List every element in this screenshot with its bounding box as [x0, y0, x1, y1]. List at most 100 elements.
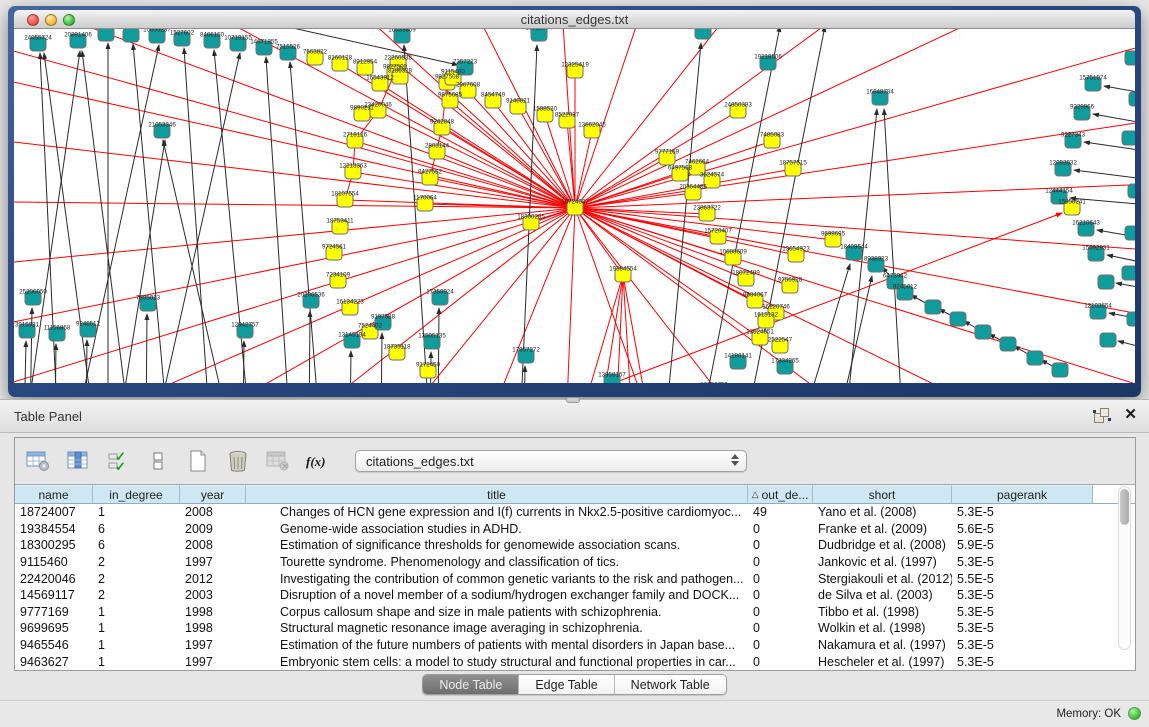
graph-node-label: 9197588: [371, 314, 396, 321]
graph-node[interactable]: [1122, 131, 1135, 145]
graph-edge[interactable]: [524, 366, 525, 383]
table-row[interactable]: 946362711997Embryonic stem cells: a mode…: [15, 653, 1135, 670]
graph-node[interactable]: [1027, 351, 1043, 365]
graph-node[interactable]: [1128, 184, 1135, 198]
graph-edge[interactable]: [381, 333, 382, 383]
graph-edge[interactable]: [560, 208, 575, 383]
table-row[interactable]: 977716911998Corpus callosum shape and si…: [15, 604, 1135, 621]
tab-node-table[interactable]: Node Table: [423, 675, 519, 694]
graph-edge[interactable]: [350, 351, 351, 383]
table-row[interactable]: 1830029562008Estimation of significance …: [15, 537, 1135, 554]
network-graph[interactable]: 1872400718300295193845547663822816012889…: [14, 29, 1135, 383]
graph-edge[interactable]: [623, 275, 650, 383]
graph-node[interactable]: [975, 325, 991, 339]
column-header-in_degree[interactable]: in_degree: [93, 485, 180, 503]
delete-table-disabled-icon[interactable]: ✕: [263, 446, 293, 476]
tab-network-table[interactable]: Network Table: [615, 675, 726, 694]
graph-edge[interactable]: [150, 29, 458, 65]
graph-edge[interactable]: [575, 131, 592, 208]
graph-node[interactable]: [695, 29, 711, 39]
graph-node[interactable]: [1127, 312, 1135, 326]
graph-edge[interactable]: [14, 61, 575, 208]
graph-node[interactable]: [950, 312, 966, 326]
graph-node[interactable]: [123, 29, 139, 42]
column-header-title[interactable]: title: [246, 485, 748, 503]
graph-edge[interactable]: [133, 44, 168, 383]
graph-node[interactable]: [98, 29, 114, 41]
graph-edge[interactable]: [575, 208, 1135, 331]
column-header-pagerank[interactable]: pagerank: [952, 485, 1093, 503]
table-row[interactable]: 1938455462009Genome-wide association stu…: [15, 521, 1135, 538]
graph-node[interactable]: [1125, 226, 1135, 240]
split-handle[interactable]: [566, 397, 580, 403]
graph-edge[interactable]: [355, 141, 575, 208]
column-header-short[interactable]: short: [813, 485, 952, 503]
graph-edge[interactable]: [884, 109, 903, 383]
show-column-icon[interactable]: [63, 446, 93, 476]
table-row[interactable]: 969969511998Structural magnetic resonanc…: [15, 620, 1135, 637]
graph-edge[interactable]: [14, 201, 575, 208]
graph-node[interactable]: [1129, 92, 1135, 106]
delete-icon[interactable]: [223, 446, 253, 476]
column-header-out_de[interactable]: △out_de...: [748, 485, 813, 503]
close-panel-icon[interactable]: ✕: [1124, 407, 1137, 423]
table-row[interactable]: 1456911722003Disruption of a novel membe…: [15, 587, 1135, 604]
graph-edge[interactable]: [118, 140, 165, 383]
function-builder-icon[interactable]: f(x): [303, 446, 333, 476]
graph-node[interactable]: [1125, 51, 1135, 65]
table-cell: 0: [748, 572, 813, 586]
tab-edge-table[interactable]: Edge Table: [519, 675, 614, 694]
column-header-name[interactable]: name: [15, 485, 93, 503]
graph-edge[interactable]: [146, 314, 147, 383]
network-canvas[interactable]: 1872400718300295193845547663822816012889…: [14, 29, 1135, 383]
graph-edge[interactable]: [266, 57, 290, 383]
float-panel-icon[interactable]: [1094, 407, 1110, 423]
graph-node-label: 9724561: [322, 244, 347, 251]
graph-edge[interactable]: [14, 208, 575, 271]
graph-node[interactable]: [925, 300, 941, 314]
graph-edge[interactable]: [580, 275, 623, 383]
graph-edge[interactable]: [378, 111, 575, 208]
table-row[interactable]: 911546021997Tourette syndrome. Phenomeno…: [15, 554, 1135, 571]
graph-node[interactable]: [1100, 333, 1116, 347]
graph-node[interactable]: [1052, 363, 1068, 377]
graph-edge[interactable]: [1118, 341, 1135, 351]
graph-node[interactable]: [1000, 337, 1016, 351]
graph-edge[interactable]: [86, 340, 87, 383]
graph-node[interactable]: [1122, 266, 1135, 280]
table-row[interactable]: 946554611997Estimation of the future num…: [15, 637, 1135, 654]
graph-edge[interactable]: [575, 29, 680, 208]
table-settings-icon[interactable]: [23, 446, 53, 476]
graph-edge[interactable]: [575, 29, 1060, 208]
graph-node[interactable]: [1098, 275, 1114, 289]
graph-edge[interactable]: [290, 62, 320, 383]
network-select[interactable]: citations_edges.txt: [355, 450, 747, 472]
graph-node-label: 12093832: [1049, 160, 1077, 167]
graph-edge[interactable]: [14, 208, 575, 383]
table-cell: 9465546: [15, 638, 93, 652]
graph-edge[interactable]: [800, 264, 850, 383]
window-titlebar[interactable]: citations_edges.txt: [14, 10, 1135, 29]
table-row[interactable]: 1872400712008Changes of HCN gene express…: [15, 504, 1135, 521]
graph-edge[interactable]: [24, 341, 26, 383]
graph-edge[interactable]: [163, 140, 230, 383]
graph-edge[interactable]: [598, 275, 623, 383]
new-table-icon[interactable]: [183, 446, 213, 476]
row-height-icon[interactable]: [143, 446, 173, 476]
graph-edge[interactable]: [1116, 283, 1135, 291]
vertical-scrollbar[interactable]: [1118, 486, 1131, 650]
scrollbar-thumb[interactable]: [1120, 489, 1129, 525]
table-row[interactable]: 2242004622012Investigating the contribut…: [15, 570, 1135, 587]
column-header-year[interactable]: year: [180, 485, 246, 503]
graph-edge[interactable]: [14, 131, 575, 208]
table-cell: 2: [93, 588, 180, 602]
graph-edge[interactable]: [184, 48, 210, 383]
graph-edge[interactable]: [30, 308, 32, 383]
graph-edge[interactable]: [575, 41, 1135, 208]
graph-edge[interactable]: [309, 311, 310, 383]
select-rows-icon[interactable]: ✓✓: [103, 446, 133, 476]
graph-edge[interactable]: [1074, 170, 1135, 181]
graph-edge[interactable]: [398, 64, 575, 208]
graph-edge[interactable]: [615, 275, 623, 383]
graph-edge[interactable]: [1107, 255, 1135, 266]
